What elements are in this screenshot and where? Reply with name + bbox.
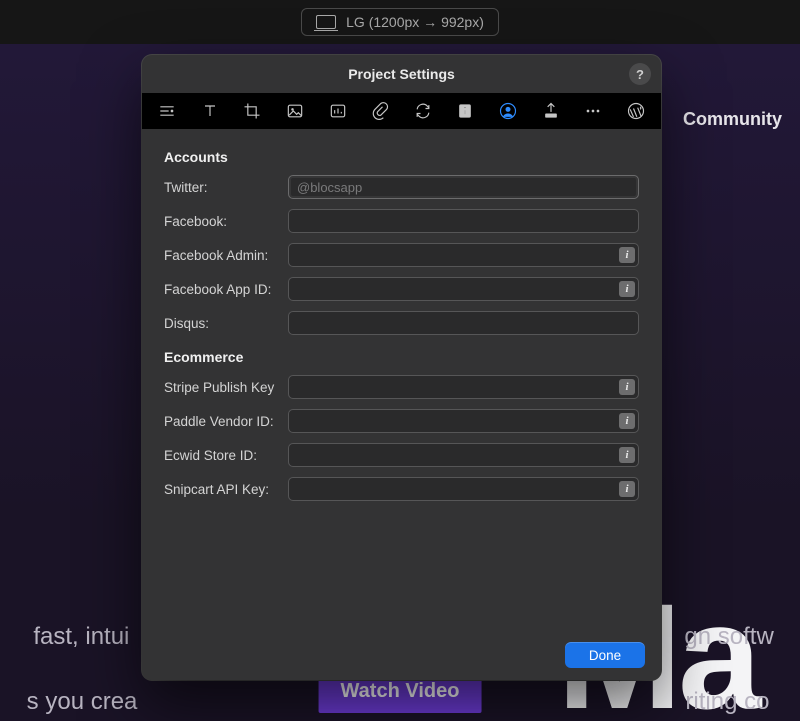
app-toolbar: LG (1200px → 992px) bbox=[0, 0, 800, 44]
general-icon[interactable] bbox=[156, 100, 178, 122]
field-label: Disqus: bbox=[164, 316, 288, 331]
breakpoint-label: LG (1200px → 992px) bbox=[346, 14, 484, 30]
wordpress-icon[interactable] bbox=[625, 100, 647, 122]
info-icon[interactable] bbox=[454, 100, 476, 122]
accounts-icon[interactable] bbox=[497, 100, 519, 122]
settings-tabstrip bbox=[142, 93, 661, 129]
section-heading-ecommerce: Ecommerce bbox=[164, 349, 639, 365]
info-badge-icon[interactable]: i bbox=[619, 379, 635, 395]
field-label: Facebook: bbox=[164, 214, 288, 229]
help-button[interactable]: ? bbox=[629, 63, 651, 85]
ecommerce-input-2[interactable] bbox=[288, 443, 639, 467]
field-label: Ecwid Store ID: bbox=[164, 448, 288, 463]
field-wrap: i bbox=[288, 477, 639, 501]
accounts-input-4[interactable] bbox=[288, 311, 639, 335]
ecommerce-input-3[interactable] bbox=[288, 477, 639, 501]
form-row: Ecwid Store ID: i bbox=[164, 443, 639, 467]
accounts-input-1[interactable] bbox=[288, 209, 639, 233]
accounts-input-2[interactable] bbox=[288, 243, 639, 267]
form-row: Twitter: bbox=[164, 175, 639, 199]
field-label: Snipcart API Key: bbox=[164, 482, 288, 497]
analytics-icon[interactable] bbox=[327, 100, 349, 122]
accounts-input-3[interactable] bbox=[288, 277, 639, 301]
export-icon[interactable] bbox=[540, 100, 562, 122]
field-wrap bbox=[288, 209, 639, 233]
field-label: Twitter: bbox=[164, 180, 288, 195]
done-button[interactable]: Done bbox=[565, 642, 645, 668]
more-icon[interactable] bbox=[582, 100, 604, 122]
field-label: Facebook App ID: bbox=[164, 282, 288, 297]
section-heading-accounts: Accounts bbox=[164, 149, 639, 165]
dialog-title: Project Settings bbox=[348, 66, 455, 82]
form-row: Facebook: bbox=[164, 209, 639, 233]
nav-link-community[interactable]: Community bbox=[683, 109, 782, 130]
field-label: Stripe Publish Key bbox=[164, 380, 288, 395]
typography-icon[interactable] bbox=[199, 100, 221, 122]
info-badge-icon[interactable]: i bbox=[619, 481, 635, 497]
field-wrap: i bbox=[288, 277, 639, 301]
breakpoint-selector[interactable]: LG (1200px → 992px) bbox=[301, 8, 499, 36]
project-settings-dialog: Project Settings ? Accounts Twitter: Face… bbox=[142, 55, 661, 680]
info-badge-icon[interactable]: i bbox=[619, 247, 635, 263]
ecommerce-input-0[interactable] bbox=[288, 375, 639, 399]
info-badge-icon[interactable]: i bbox=[619, 447, 635, 463]
crop-icon[interactable] bbox=[241, 100, 263, 122]
refresh-icon[interactable] bbox=[412, 100, 434, 122]
info-badge-icon[interactable]: i bbox=[619, 281, 635, 297]
field-wrap: i bbox=[288, 409, 639, 433]
form-row: Stripe Publish Key i bbox=[164, 375, 639, 399]
dialog-title-bar: Project Settings ? bbox=[142, 55, 661, 93]
image-icon[interactable] bbox=[284, 100, 306, 122]
form-row: Disqus: bbox=[164, 311, 639, 335]
info-badge-icon[interactable]: i bbox=[619, 413, 635, 429]
field-wrap bbox=[288, 311, 639, 335]
field-wrap: i bbox=[288, 443, 639, 467]
field-wrap: i bbox=[288, 243, 639, 267]
field-label: Paddle Vendor ID: bbox=[164, 414, 288, 429]
accounts-input-0[interactable] bbox=[288, 175, 639, 199]
field-label: Facebook Admin: bbox=[164, 248, 288, 263]
form-row: Facebook App ID: i bbox=[164, 277, 639, 301]
field-wrap: i bbox=[288, 375, 639, 399]
dialog-footer: Done bbox=[142, 630, 661, 680]
laptop-icon bbox=[316, 15, 336, 29]
attachment-icon[interactable] bbox=[369, 100, 391, 122]
form-row: Facebook Admin: i bbox=[164, 243, 639, 267]
field-wrap bbox=[288, 175, 639, 199]
ecommerce-input-1[interactable] bbox=[288, 409, 639, 433]
form-row: Snipcart API Key: i bbox=[164, 477, 639, 501]
form-row: Paddle Vendor ID: i bbox=[164, 409, 639, 433]
